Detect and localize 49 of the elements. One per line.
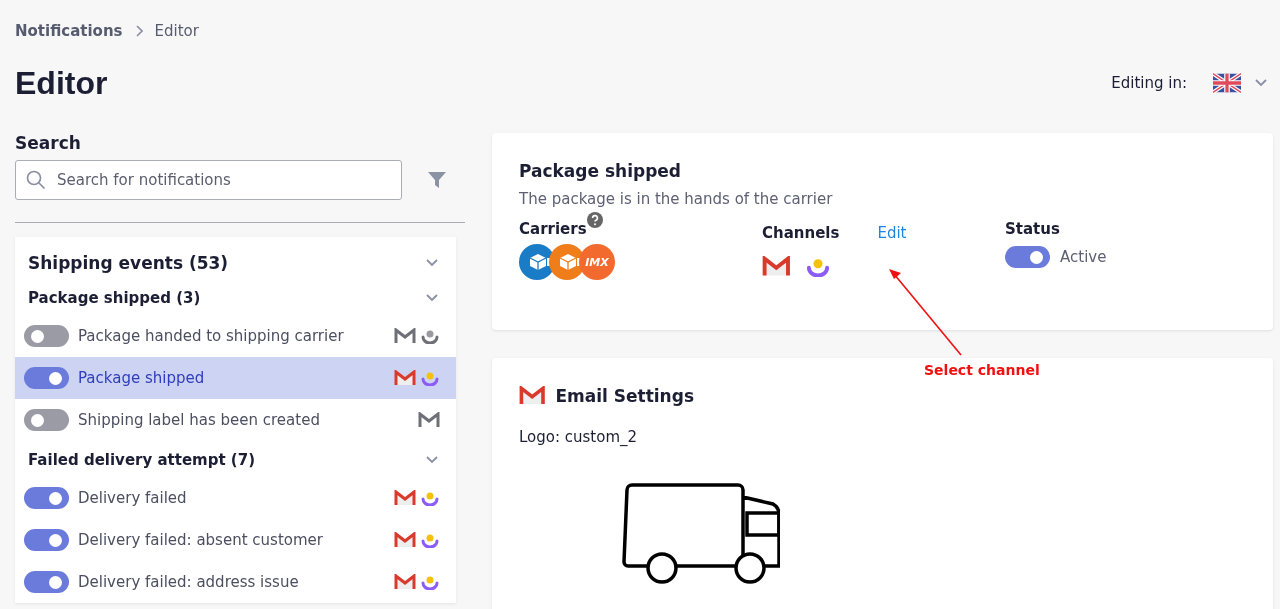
status-label: Status — [1005, 220, 1061, 238]
carrier-logo: IMX — [579, 244, 615, 280]
chevron-down-icon[interactable] — [426, 456, 438, 464]
breadcrumb-link[interactable]: Editor — [154, 22, 199, 40]
section-title[interactable]: Shipping events (53) — [28, 253, 229, 273]
carriers-label: Carriers — [519, 220, 587, 238]
language-label: Editing in: — [1111, 74, 1187, 92]
group-title[interactable]: Failed delivery attempt (7) — [28, 451, 255, 469]
item-label: Delivery failed: address issue — [78, 573, 300, 591]
notification-item[interactable]: Package shipped — [15, 357, 456, 399]
chevron-down-icon[interactable] — [426, 294, 438, 302]
item-label: Package shipped — [78, 369, 206, 387]
card-title: Package shipped — [519, 161, 683, 181]
breadcrumb-link[interactable]: Notifications — [15, 22, 123, 40]
item-label: Delivery failed — [78, 489, 188, 507]
toggle-switch[interactable] — [24, 409, 69, 431]
truck-icon — [620, 482, 780, 586]
chevron-down-icon[interactable] — [426, 259, 438, 267]
item-label: Delivery failed: absent customer — [78, 531, 324, 549]
page-title: Editor — [15, 64, 108, 102]
chevron-right-icon — [134, 25, 143, 37]
edit-link[interactable]: Edit — [877, 224, 907, 242]
group-title[interactable]: Package shipped (3) — [28, 289, 201, 307]
channels-label: Channels — [762, 224, 840, 242]
toggle-switch[interactable] — [24, 487, 69, 509]
help-icon[interactable] — [586, 212, 603, 228]
notification-item[interactable]: Delivery failed: absent customer — [15, 519, 456, 561]
search-field[interactable]: Search for notifications — [15, 160, 402, 200]
search-label: Search — [15, 133, 82, 153]
item-label: Package handed to shipping carrier — [78, 327, 345, 345]
mail-icon — [519, 386, 546, 406]
annotation-label: Select channel — [924, 362, 1040, 378]
notification-item[interactable]: Package handed to shipping carrier — [15, 315, 456, 357]
card-title: Email Settings — [555, 386, 694, 406]
filter-icon[interactable] — [428, 172, 446, 188]
status-text: Active — [1060, 248, 1107, 266]
chevron-down-icon[interactable] — [1255, 79, 1267, 87]
toggle-switch[interactable] — [24, 571, 69, 593]
toggle-switch[interactable] — [1005, 246, 1050, 268]
notification-item[interactable]: Delivery failed — [15, 477, 456, 519]
toggle-switch[interactable] — [24, 367, 69, 389]
toggle-switch[interactable] — [24, 529, 69, 551]
notification-item[interactable]: Shipping label has been created — [15, 399, 456, 441]
description: The package is in the hands of the carrier — [519, 190, 834, 208]
flag-icon[interactable] — [1213, 72, 1241, 94]
notification-item[interactable]: Delivery failed: address issue — [15, 561, 456, 603]
toggle-switch[interactable] — [24, 325, 69, 347]
item-label: Shipping label has been created — [78, 411, 321, 429]
logo-setting: Logo: custom_2 — [519, 428, 639, 446]
